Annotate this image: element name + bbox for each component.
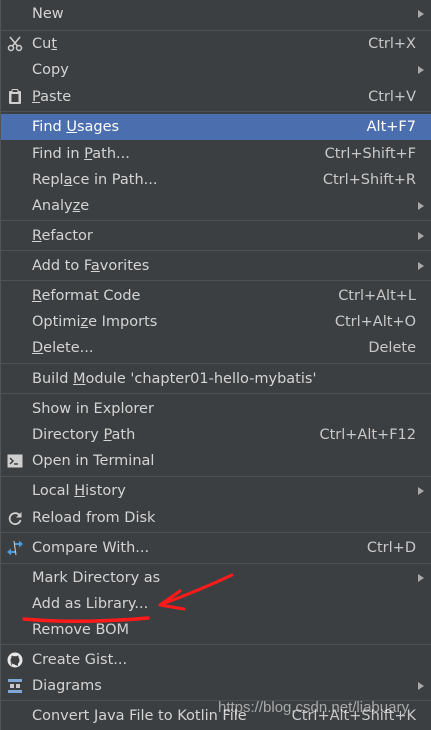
scissors-icon <box>6 35 24 53</box>
shortcut-label: Ctrl+Alt+O <box>334 314 416 330</box>
menu-item-label: Reformat Code <box>32 288 141 304</box>
submenu-arrow-icon <box>418 202 424 210</box>
menu-item-label: Replace in Path... <box>32 172 158 188</box>
menu-item-label: Add as Library... <box>32 596 149 612</box>
menu-item-new[interactable]: New <box>1 1 431 27</box>
menu-item-find-usages[interactable]: Find Usages Alt+F7 <box>1 114 431 140</box>
submenu-arrow-icon <box>418 574 424 582</box>
shortcut-label: Ctrl+Alt+F12 <box>319 427 416 443</box>
menu-item-label: Build Module 'chapter01-hello-mybatis' <box>32 371 317 387</box>
menu-item-label: Mark Directory as <box>32 570 161 586</box>
diagram-icon <box>6 677 24 695</box>
shortcut-label: Alt+F7 <box>366 119 416 135</box>
menu-item-add-as-library[interactable]: Add as Library... <box>1 591 431 617</box>
submenu-arrow-icon <box>418 10 424 18</box>
menu-item-label: Show in Explorer <box>32 401 154 417</box>
menu-item-label: Add to Favorites <box>32 258 150 274</box>
github-icon <box>6 651 24 669</box>
menu-item-label: Directory Path <box>32 427 136 443</box>
separator <box>1 363 431 364</box>
menu-item-replace-in-path[interactable]: Replace in Path... Ctrl+Shift+R <box>1 167 431 193</box>
shortcut-label: Ctrl+X <box>368 36 416 52</box>
menu-item-label: Delete... <box>32 340 94 356</box>
clipboard-icon <box>6 88 24 106</box>
menu-item-directory-path[interactable]: Directory Path Ctrl+Alt+F12 <box>1 422 431 448</box>
menu-item-reformat-code[interactable]: Reformat Code Ctrl+Alt+L <box>1 283 431 309</box>
menu-item-label: Find Usages <box>32 119 120 135</box>
shortcut-label: Ctrl+Alt+L <box>338 288 416 304</box>
shortcut-label: Ctrl+D <box>366 540 416 556</box>
menu-item-label: Open in Terminal <box>32 453 155 469</box>
menu-item-compare-with[interactable]: Compare With... Ctrl+D <box>1 535 431 561</box>
shortcut-label: Delete <box>368 340 416 356</box>
menu-item-label: Remove BOM <box>32 622 130 638</box>
menu-item-show-in-explorer[interactable]: Show in Explorer <box>1 396 431 422</box>
menu-item-label: Copy <box>32 62 69 78</box>
separator <box>1 644 431 645</box>
menu-item-analyze[interactable]: Analyze <box>1 193 431 219</box>
menu-item-label: Cut <box>32 36 58 52</box>
menu-item-paste[interactable]: Paste Ctrl+V <box>1 84 431 110</box>
menu-item-label: Create Gist... <box>32 652 128 668</box>
menu-item-label: Reload from Disk <box>32 510 156 526</box>
separator <box>1 532 431 533</box>
menu-item-label: Paste <box>32 89 72 105</box>
menu-item-find-in-path[interactable]: Find in Path... Ctrl+Shift+F <box>1 141 431 167</box>
menu-item-label: Refactor <box>32 228 93 244</box>
compare-arrows-icon <box>6 539 24 557</box>
submenu-arrow-icon <box>418 262 424 270</box>
menu-item-label: Analyze <box>32 198 90 214</box>
menu-item-copy[interactable]: Copy <box>1 57 431 83</box>
menu-item-remove-bom[interactable]: Remove BOM <box>1 617 431 643</box>
menu-item-label: New <box>32 6 64 22</box>
refresh-icon <box>6 509 24 527</box>
menu-item-optimize-imports[interactable]: Optimize Imports Ctrl+Alt+O <box>1 309 431 335</box>
menu-item-diagrams[interactable]: Diagrams <box>1 673 431 699</box>
menu-item-cut[interactable]: Cut Ctrl+X <box>1 31 431 57</box>
separator <box>1 563 431 564</box>
separator <box>1 476 431 477</box>
separator <box>1 280 431 281</box>
shortcut-label: Ctrl+V <box>368 89 416 105</box>
watermark: https://blog.csdn.net/liabuary <box>218 699 409 716</box>
menu-item-label: Local History <box>32 483 126 499</box>
menu-item-refactor[interactable]: Refactor <box>1 223 431 249</box>
submenu-arrow-icon <box>418 682 424 690</box>
separator <box>1 250 431 251</box>
submenu-arrow-icon <box>418 487 424 495</box>
shortcut-label: Ctrl+Shift+F <box>324 146 416 162</box>
submenu-arrow-icon <box>418 232 424 240</box>
menu-item-local-history[interactable]: Local History <box>1 478 431 504</box>
menu-item-reload-from-disk[interactable]: Reload from Disk <box>1 505 431 531</box>
menu-item-label: Diagrams <box>32 678 102 694</box>
menu-item-open-in-terminal[interactable]: Open in Terminal <box>1 448 431 474</box>
menu-item-label: Compare With... <box>32 540 150 556</box>
terminal-icon <box>6 452 24 470</box>
menu-item-add-to-favorites[interactable]: Add to Favorites <box>1 253 431 279</box>
menu-item-create-gist[interactable]: Create Gist... <box>1 647 431 673</box>
menu-item-build-module[interactable]: Build Module 'chapter01-hello-mybatis' <box>1 366 431 392</box>
menu-item-label: Convert Java File to Kotlin File <box>32 708 247 724</box>
separator <box>1 220 431 221</box>
separator <box>1 111 431 112</box>
separator <box>1 393 431 394</box>
context-menu: New Cut Ctrl+X Copy Paste Ctrl+V Find Us… <box>0 0 431 730</box>
shortcut-label: Ctrl+Shift+R <box>322 172 416 188</box>
menu-item-mark-directory-as[interactable]: Mark Directory as <box>1 565 431 591</box>
menu-item-delete[interactable]: Delete... Delete <box>1 335 431 361</box>
submenu-arrow-icon <box>418 66 424 74</box>
menu-item-label: Find in Path... <box>32 146 130 162</box>
menu-item-label: Optimize Imports <box>32 314 158 330</box>
